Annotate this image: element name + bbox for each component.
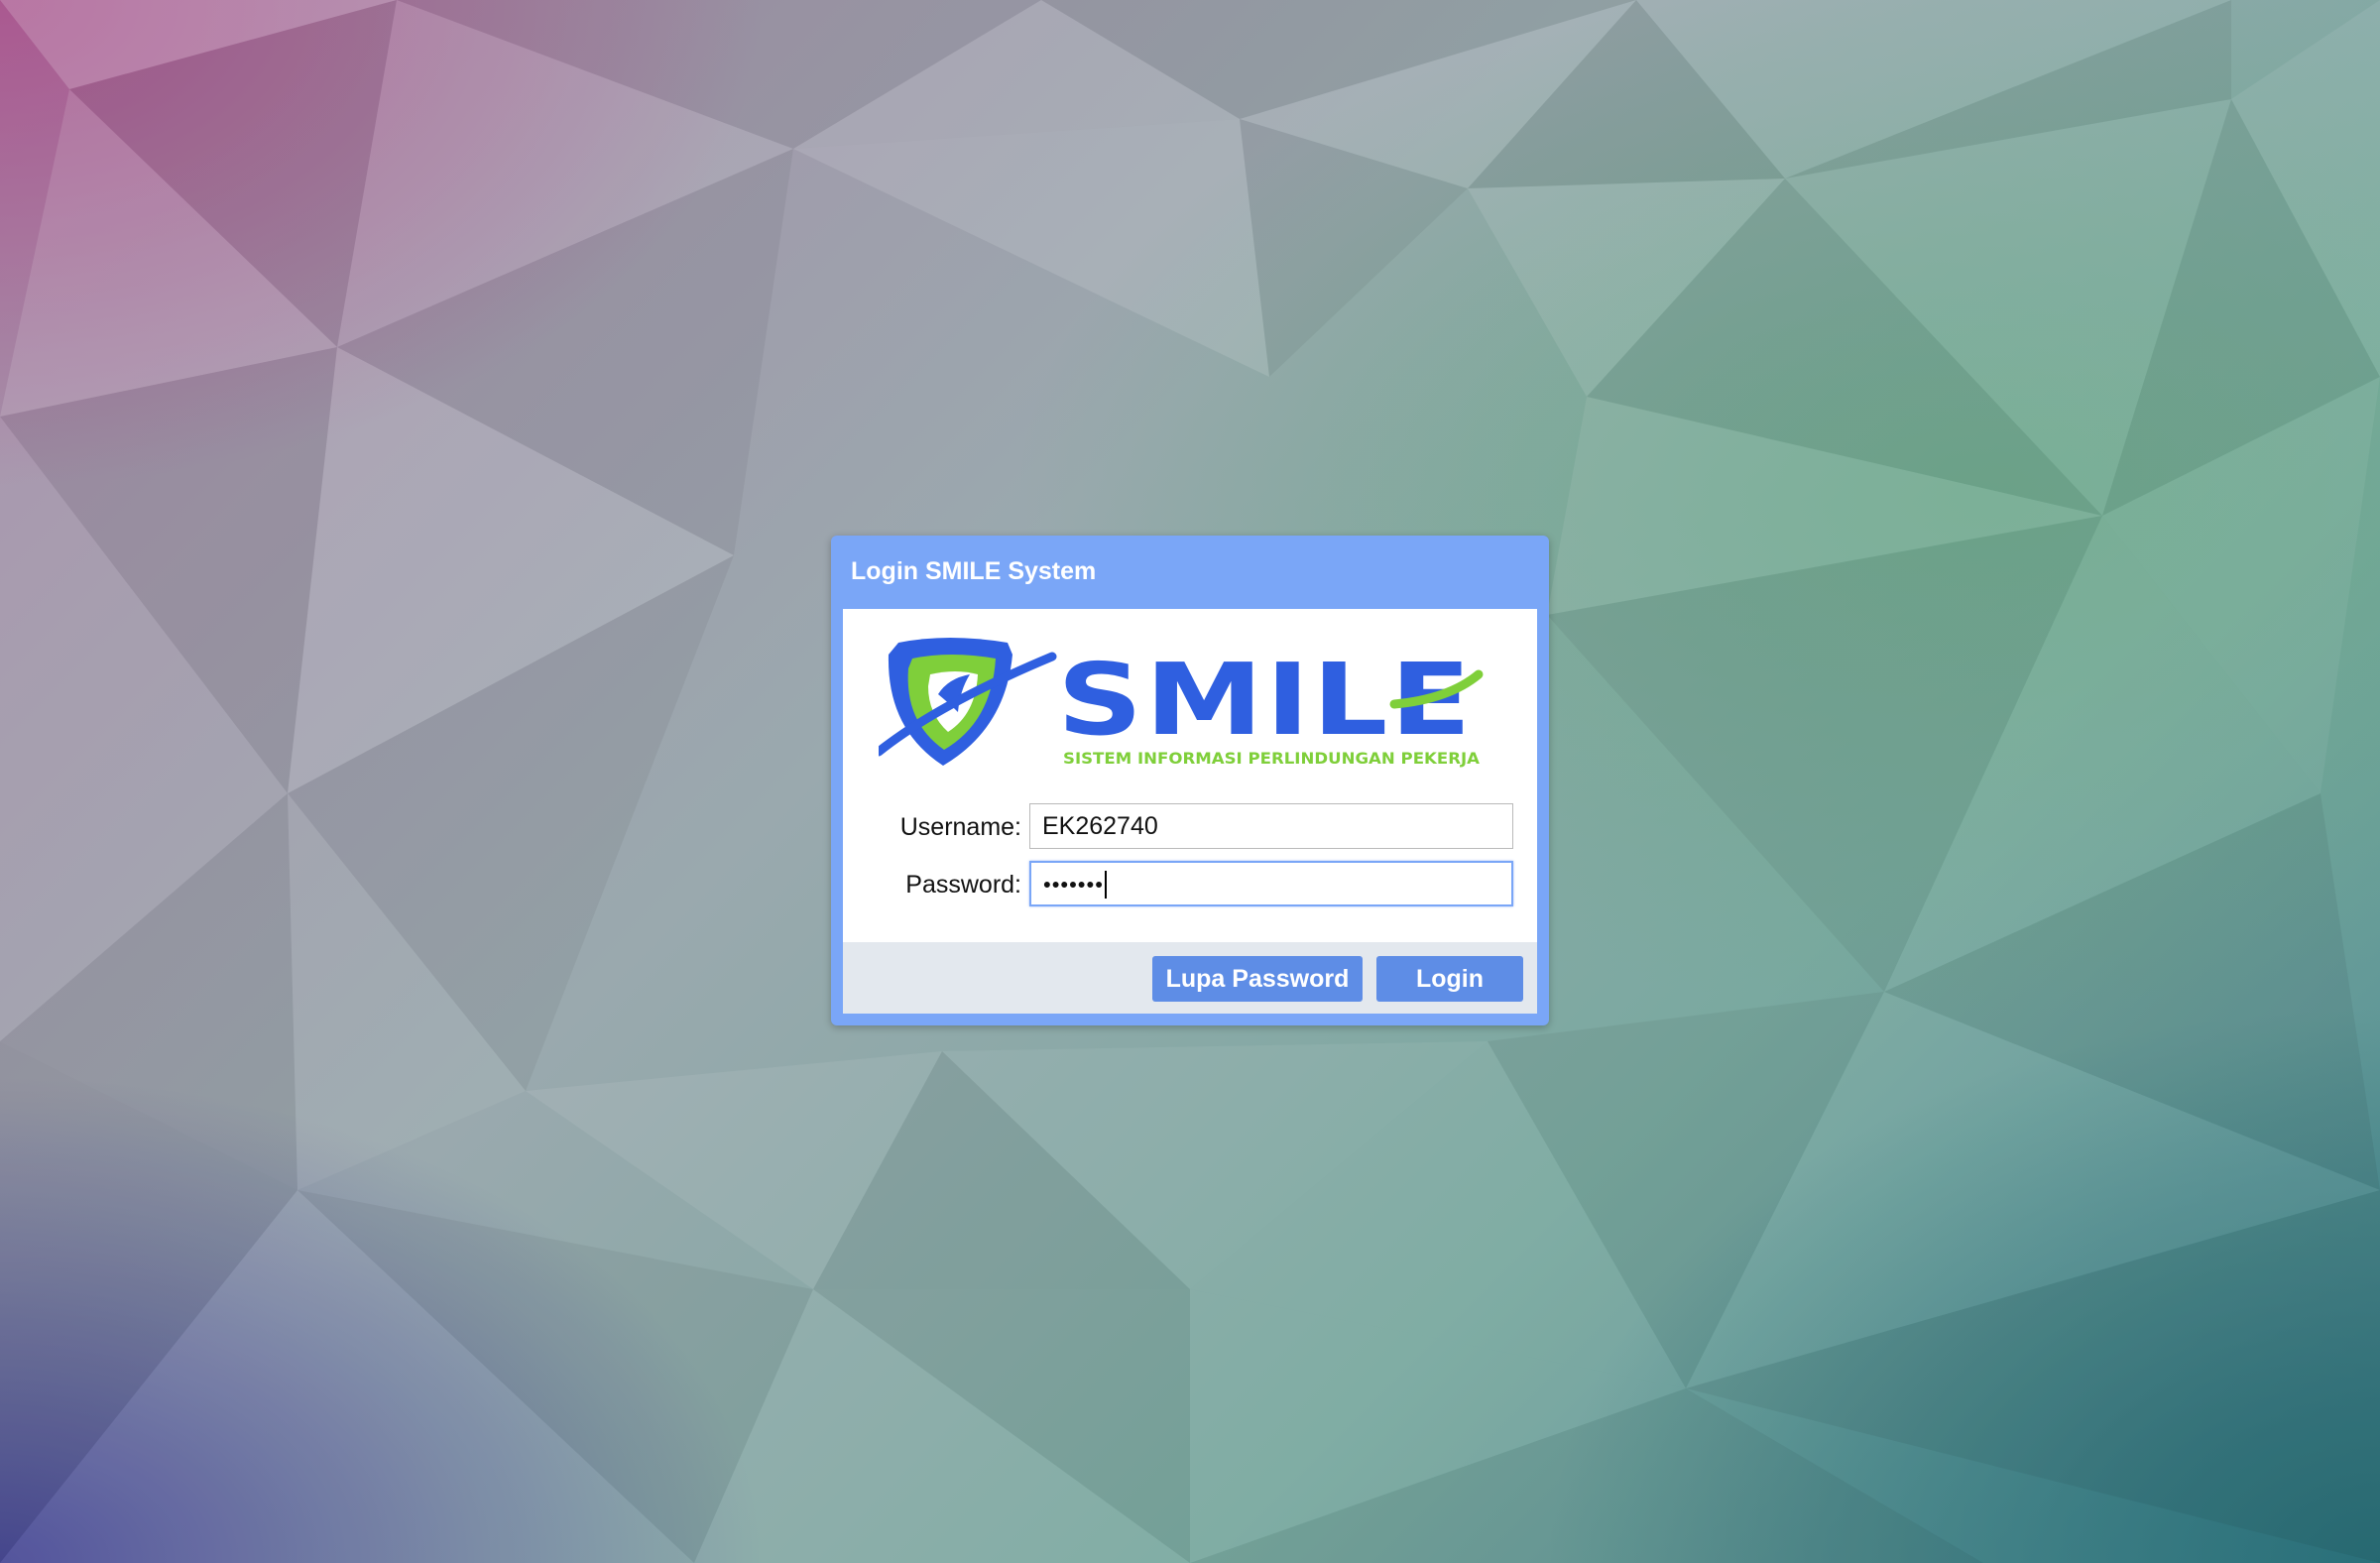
smile-logo: SMILE SISTEM INFORMASI PERLINDUNGAN PEKE…	[879, 638, 1484, 768]
dialog-title: Login SMILE System	[851, 557, 1097, 585]
username-label: Username:	[899, 813, 1021, 841]
username-value: EK262740	[1042, 812, 1158, 840]
dialog-body: SMILE SISTEM INFORMASI PERLINDUNGAN PEKE…	[843, 609, 1537, 1014]
logo-tagline: SISTEM INFORMASI PERLINDUNGAN PEKERJA	[1063, 749, 1481, 768]
shield-icon	[879, 638, 1057, 766]
text-caret	[1104, 871, 1107, 900]
password-input[interactable]: •••••••	[1029, 861, 1513, 906]
username-input[interactable]: EK262740	[1029, 803, 1513, 849]
username-row: Username: EK262740	[843, 803, 1537, 851]
login-button[interactable]: Login	[1376, 956, 1523, 1002]
forgot-password-button[interactable]: Lupa Password	[1152, 956, 1363, 1002]
password-label: Password:	[905, 871, 1021, 899]
password-value: •••••••	[1043, 872, 1104, 898]
password-row: Password: •••••••	[843, 861, 1537, 908]
button-bar: Lupa Password Login	[843, 942, 1537, 1014]
login-dialog: Login SMILE System SMILE SISTEM INFORMAS…	[831, 536, 1549, 1025]
